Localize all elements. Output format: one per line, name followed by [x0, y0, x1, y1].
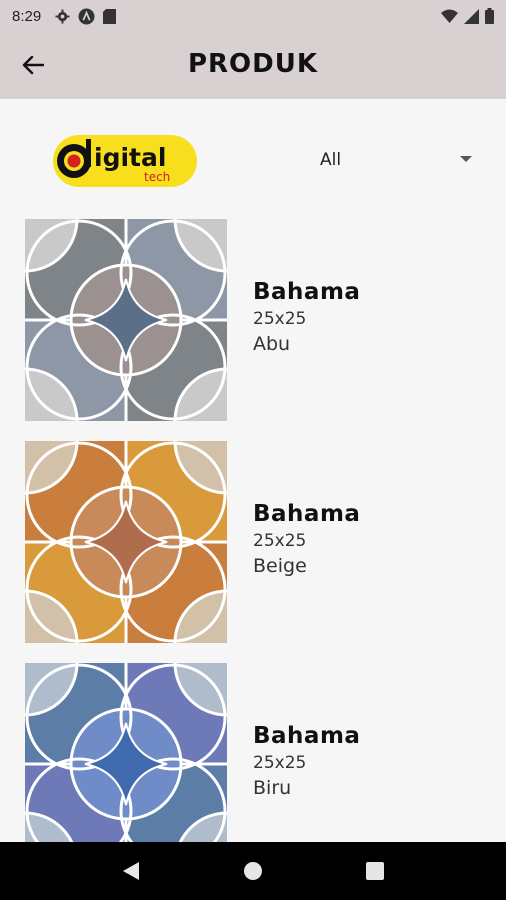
product-size: 25x25	[253, 531, 307, 551]
status-bar: 8:29	[0, 0, 506, 32]
caret-down-icon	[460, 156, 472, 162]
system-nav-bar	[0, 842, 506, 900]
back-triangle-icon	[123, 862, 139, 880]
nav-back-button[interactable]	[111, 851, 151, 891]
battery-icon	[485, 8, 494, 24]
nav-recents-button[interactable]	[355, 851, 395, 891]
status-time: 8:29	[12, 7, 42, 25]
product-size: 25x25	[253, 753, 307, 773]
product-name: Bahama	[253, 279, 361, 305]
product-item[interactable]: Bahama 25x25 Biru	[0, 663, 506, 842]
product-color: Abu	[253, 333, 291, 355]
logo-main-text: igital	[94, 143, 166, 172]
product-tile-image	[25, 441, 227, 643]
category-dropdown[interactable]: All	[312, 145, 476, 175]
product-name: Bahama	[253, 723, 361, 749]
gear-icon	[55, 8, 70, 24]
dropdown-value: All	[320, 150, 342, 170]
product-color: Biru	[253, 777, 292, 799]
home-circle-icon	[244, 862, 262, 880]
product-list[interactable]: Bahama 25x25 Abu Bahama 25x25 Beige Baha…	[0, 219, 506, 842]
digital-tech-logo: igital tech	[53, 135, 197, 187]
product-size: 25x25	[253, 309, 307, 329]
product-item[interactable]: Bahama 25x25 Abu	[0, 219, 506, 421]
signal-icon	[464, 8, 479, 24]
product-color: Beige	[253, 555, 307, 577]
logo-sub-text: tech	[144, 170, 170, 184]
product-item[interactable]: Bahama 25x25 Beige	[0, 441, 506, 643]
product-tile-image	[25, 663, 227, 842]
filter-row: igital tech All	[0, 99, 506, 219]
page-title: PRODUK	[187, 49, 319, 79]
wifi-icon	[441, 9, 458, 23]
product-tile-image	[25, 219, 227, 421]
product-name: Bahama	[253, 501, 361, 527]
recents-square-icon	[366, 862, 384, 880]
app-bar: PRODUK	[0, 32, 506, 99]
nav-home-button[interactable]	[233, 851, 273, 891]
a-circle-icon	[78, 8, 95, 24]
sd-card-icon	[103, 8, 117, 24]
